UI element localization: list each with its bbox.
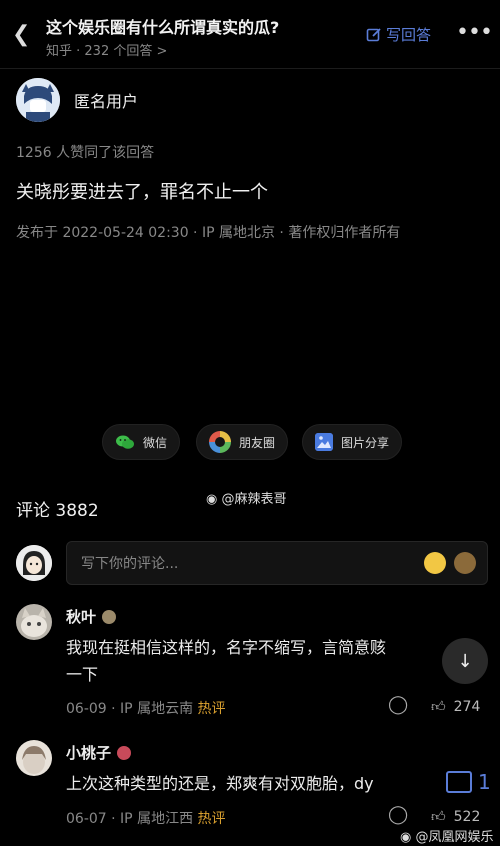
share-image-button[interactable]: 图片分享 (302, 424, 403, 460)
back-arrow-icon[interactable]: ❮ (12, 22, 30, 47)
upvote-count: 1256 人赞同了该回答 (16, 145, 155, 161)
emoji-sticker-icon[interactable] (454, 552, 476, 574)
comment-ip: IP 属地云南 (120, 701, 194, 717)
comment-date: 06-09 (66, 701, 107, 717)
share-row: 微信 朋友圈 图片分享 (0, 424, 500, 460)
commenter-name-text: 秋叶 (66, 608, 97, 626)
like-button[interactable]: 👍︎ 274 (431, 698, 481, 716)
answer-text: 关晓彤要进去了，罪名不止一个 (16, 182, 268, 203)
moments-icon (209, 431, 231, 453)
commenter-name[interactable]: 秋叶 (66, 606, 117, 627)
answer-author[interactable]: 匿名用户 (16, 78, 138, 122)
cartoon-avatar-icon (16, 545, 52, 581)
question-title[interactable]: 这个娱乐圈有什么所谓真实的瓜? (46, 14, 279, 38)
commenter-avatar[interactable] (16, 740, 52, 776)
weibo-watermark: ◉ @麻辣表哥 (206, 488, 287, 507)
comment-meta: 06-07 · IP 属地江西 热评 (66, 811, 226, 827)
wechat-icon (116, 435, 134, 449)
share-wechat-button[interactable]: 微信 (102, 424, 181, 460)
level-badge-icon (117, 745, 132, 760)
girl-avatar-icon (16, 740, 52, 776)
double-chevron-down-icon: ↓ (457, 650, 473, 672)
comment-line: 上次这种类型的还是，郑爽有对双胞胎，dy (66, 774, 374, 793)
more-options-icon[interactable]: ••• (456, 20, 493, 45)
comment-line: 我现在挺相信这样的，名字不缩写，言简意赅 (66, 638, 387, 657)
anonymous-dog-icon (16, 78, 60, 122)
my-avatar (16, 545, 52, 581)
write-answer-label: 写回答 (386, 26, 432, 44)
weibo-icon: ◉ (206, 492, 218, 507)
share-moments-label: 朋友圈 (239, 435, 276, 450)
comment-meta: 06-09 · IP 属地云南 热评 (66, 701, 226, 717)
question-meta[interactable]: 知乎 · 232 个回答 > (46, 40, 167, 59)
like-count: 274 (453, 698, 481, 715)
comment-text: 我现在挺相信这样的，名字不缩写，言简意赅 一下 (66, 634, 466, 688)
anonymous-avatar (16, 78, 60, 122)
hot-comment-badge: 热评 (197, 811, 226, 827)
favorites-button[interactable]: 1 (446, 770, 491, 794)
weibo-watermark-bottom: ◉ @凤凰网娱乐 (400, 826, 494, 845)
thumbs-up-icon: 👍︎ (431, 699, 446, 715)
image-icon (315, 433, 333, 451)
like-button[interactable]: 👍︎ 522 (431, 808, 481, 826)
share-moments-button[interactable]: 朋友圈 (196, 424, 289, 460)
reply-icon[interactable]: ◯ (388, 694, 408, 715)
comment-input-row: 写下你的评论... (16, 541, 488, 585)
comment-item: 秋叶 我现在挺相信这样的，名字不缩写，言简意赅 一下 06-09 · IP 属地… (16, 604, 496, 720)
weibo-watermark-text: @麻辣表哥 (221, 492, 287, 507)
share-wechat-label: 微信 (143, 435, 168, 450)
write-answer-button[interactable]: 写回答 (366, 24, 431, 45)
edit-icon (366, 27, 381, 41)
weibo-watermark-text: @凤凰网娱乐 (415, 830, 494, 845)
favorites-box-icon (446, 771, 472, 793)
author-name: 匿名用户 (74, 92, 139, 111)
comment-text: 上次这种类型的还是，郑爽有对双胞胎，dy (66, 770, 466, 797)
share-image-label: 图片分享 (341, 435, 390, 450)
answer-meta: 发布于 2022-05-24 02:30 · IP 属地北京 · 著作权归作者所… (16, 225, 401, 241)
cat-avatar-icon (16, 604, 52, 640)
favorites-count: 1 (478, 770, 491, 794)
comment-ip: IP 属地江西 (120, 811, 194, 827)
comments-title: 评论 3882 (16, 501, 99, 521)
commenter-avatar[interactable] (16, 604, 52, 640)
reply-icon[interactable]: ◯ (388, 804, 408, 825)
thumbs-up-icon: 👍︎ (431, 809, 446, 825)
header-divider (0, 68, 500, 69)
commenter-name[interactable]: 小桃子 (66, 742, 132, 763)
like-count: 522 (453, 808, 481, 825)
comment-date: 06-07 (66, 811, 107, 827)
hot-comment-badge: 热评 (197, 701, 226, 717)
comment-line: 一下 (66, 665, 99, 684)
weibo-icon: ◉ (400, 830, 412, 845)
collapse-button[interactable]: ↓ (442, 638, 488, 684)
commenter-name-text: 小桃子 (66, 744, 112, 762)
question-header: ❮ 这个娱乐圈有什么所谓真实的瓜? 知乎 · 232 个回答 > 写回答 ••• (0, 0, 500, 68)
emoji-sweat-icon[interactable] (424, 552, 446, 574)
level-badge-icon (102, 609, 117, 624)
